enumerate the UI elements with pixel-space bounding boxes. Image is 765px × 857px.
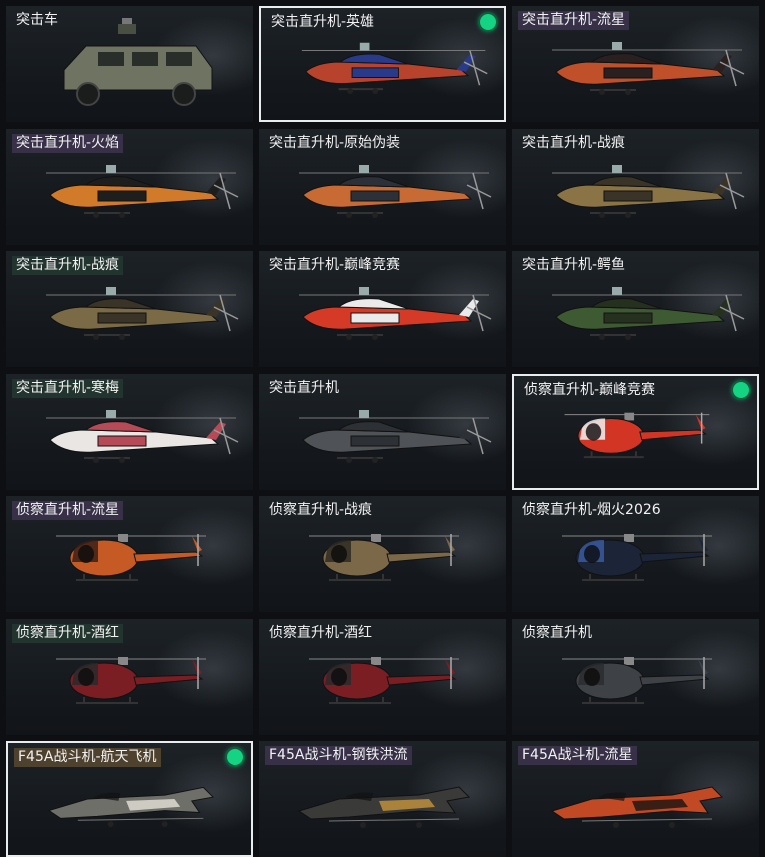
vehicle-skin-grid: 突击车 突击直升机-英雄 突击直升机-流星 突击直升机-火焰 突击直升机-原始伪…: [0, 0, 765, 857]
skin-name-label: 侦察直升机-战痕: [269, 502, 373, 518]
skin-tile[interactable]: F45A战斗机-钢铁洪流: [259, 741, 506, 857]
skin-tile[interactable]: 突击直升机-流星: [512, 6, 759, 122]
skin-tile[interactable]: F45A战斗机-航天飞机: [6, 741, 253, 857]
skin-tile[interactable]: 突击直升机-巅峰竞赛: [259, 251, 506, 367]
skin-name-label: 突击直升机-英雄: [271, 14, 375, 30]
skin-tile[interactable]: 突击直升机-火焰: [6, 128, 253, 245]
skin-name-label: 侦察直升机-巅峰竞赛: [524, 381, 656, 398]
skin-tile[interactable]: 侦察直升机: [512, 618, 759, 735]
skin-tile[interactable]: 侦察直升机-烟火2026: [512, 496, 759, 612]
skin-name-label: 突击直升机-巅峰竞赛: [269, 257, 401, 273]
skin-name-label: 突击直升机-鳄鱼: [522, 257, 626, 273]
skin-name-label: F45A战斗机-钢铁洪流: [265, 746, 412, 765]
skin-tile[interactable]: 突击车: [6, 6, 253, 122]
skin-name-label: 突击直升机: [269, 379, 339, 396]
skin-tile[interactable]: 侦察直升机-巅峰竞赛: [512, 373, 759, 490]
skin-name-label: 侦察直升机-流星: [12, 501, 124, 520]
skin-tile[interactable]: 侦察直升机-酒红: [6, 618, 253, 735]
skin-tile[interactable]: F45A战斗机-流星: [512, 741, 759, 857]
skin-tile[interactable]: 侦察直升机-战痕: [259, 496, 506, 612]
skin-name-label: F45A战斗机-航天飞机: [14, 748, 161, 767]
skin-tile[interactable]: 突击直升机-寒梅: [6, 373, 253, 490]
skin-name-label: 侦察直升机: [522, 624, 592, 641]
skin-tile[interactable]: 突击直升机-鳄鱼: [512, 251, 759, 367]
skin-tile[interactable]: 突击直升机: [259, 373, 506, 490]
skin-name-label: 侦察直升机-烟火2026: [522, 502, 661, 518]
skin-tile[interactable]: 突击直升机-战痕: [512, 128, 759, 245]
equipped-indicator-icon: [480, 14, 496, 30]
skin-name-label: 突击车: [16, 12, 58, 28]
skin-name-label: 突击直升机-流星: [518, 11, 630, 30]
skin-name-label: 突击直升机-火焰: [12, 133, 124, 153]
skin-name-label: 突击直升机-原始伪装: [269, 134, 401, 151]
skin-name-label: F45A战斗机-流星: [518, 746, 637, 765]
skin-name-label: 突击直升机-寒梅: [12, 378, 124, 398]
equipped-indicator-icon: [227, 749, 243, 765]
skin-name-label: 侦察直升机-酒红: [12, 623, 124, 643]
skin-tile[interactable]: 突击直升机-战痕: [6, 251, 253, 367]
skin-name-label: 突击直升机-战痕: [12, 256, 124, 275]
skin-tile[interactable]: 突击直升机-英雄: [259, 6, 506, 122]
equipped-indicator-icon: [733, 381, 749, 398]
skin-name-label: 侦察直升机-酒红: [269, 624, 373, 641]
skin-tile[interactable]: 侦察直升机-流星: [6, 496, 253, 612]
skin-name-label: 突击直升机-战痕: [522, 134, 626, 151]
skin-tile[interactable]: 侦察直升机-酒红: [259, 618, 506, 735]
skin-tile[interactable]: 突击直升机-原始伪装: [259, 128, 506, 245]
